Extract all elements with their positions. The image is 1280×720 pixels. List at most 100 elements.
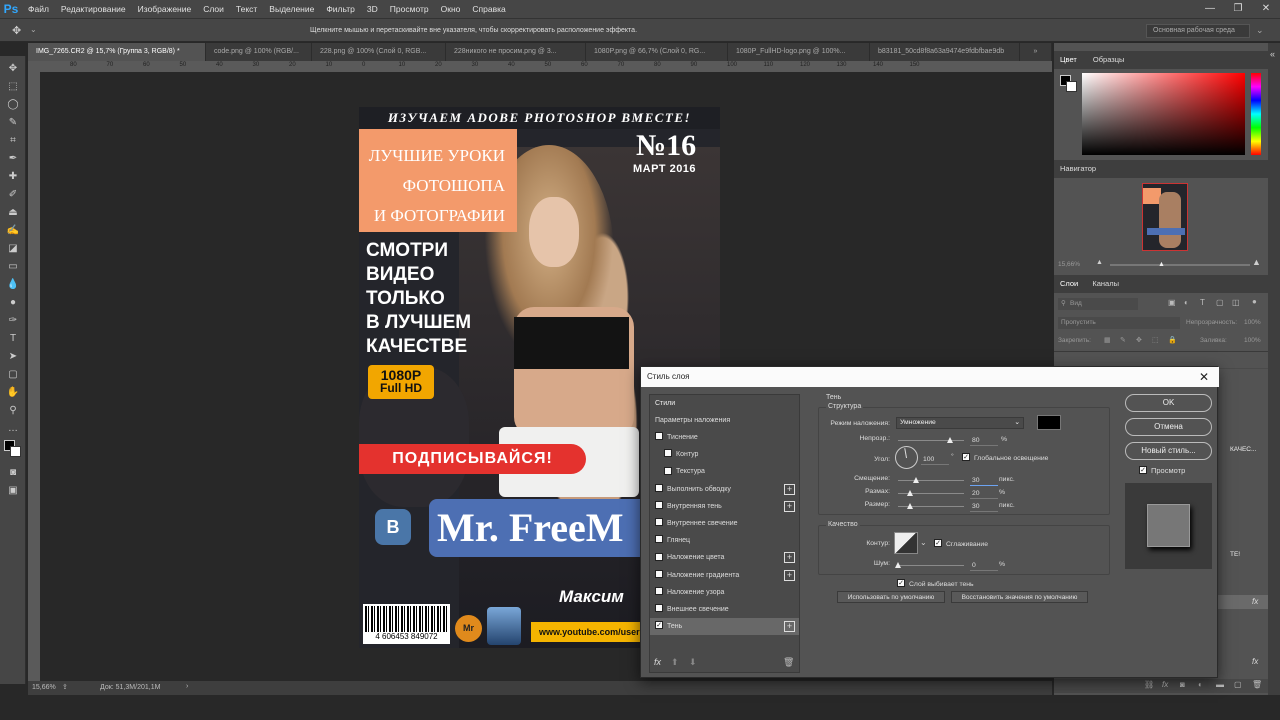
style-item-5[interactable]: Внутреннее свечение	[650, 515, 799, 532]
opacity-slider[interactable]	[898, 440, 964, 441]
bg-color-swatch[interactable]	[1066, 81, 1077, 92]
move-down-icon[interactable]: ⬇	[689, 657, 697, 668]
navigator-zoom[interactable]: 15,66%	[1058, 261, 1080, 268]
shape-tool-icon[interactable]: ▢	[4, 368, 22, 382]
style-item-6[interactable]: Глянец	[650, 532, 799, 549]
distance-input[interactable]: 30	[970, 475, 998, 486]
marquee-tool-icon[interactable]: ⬚	[4, 80, 22, 94]
menu-filter[interactable]: Фильтр	[320, 0, 361, 18]
menu-3d[interactable]: 3D	[361, 0, 384, 18]
link-layers-icon[interactable]: ⛓	[1144, 680, 1154, 689]
tab-swatches[interactable]: Образцы	[1093, 55, 1125, 64]
zoom-out-icon[interactable]: ▲	[1096, 259, 1103, 266]
filter-adjust-icon[interactable]: ◐	[1184, 298, 1189, 307]
style-checkbox[interactable]	[655, 535, 663, 544]
noise-slider[interactable]	[898, 565, 964, 566]
tab-228-nikogo[interactable]: 228никого не просим.png @ 3...	[446, 43, 586, 61]
style-item-4[interactable]: Внутренняя тень +	[650, 498, 799, 515]
style-item-7[interactable]: Наложение цвета +	[650, 549, 799, 566]
layer-fx-icon[interactable]: fx	[1252, 597, 1258, 606]
stamp-tool-icon[interactable]: ⏏	[4, 206, 22, 220]
zoom-in-icon[interactable]: ▲	[1252, 257, 1261, 267]
new-group-icon[interactable]: ▬	[1216, 680, 1224, 689]
eraser-tool-icon[interactable]: ◪	[4, 242, 22, 256]
filter-toggle-icon[interactable]: ●	[1252, 297, 1257, 306]
make-default-button[interactable]: Использовать по умолчанию	[837, 591, 945, 603]
hue-slider[interactable]	[1251, 73, 1261, 155]
add-instance-icon[interactable]: +	[784, 621, 795, 633]
tab-228[interactable]: 228.png @ 100% (Слой 0, RGB...	[312, 43, 446, 61]
add-mask-icon[interactable]: ◙	[1180, 680, 1185, 689]
menu-edit[interactable]: Редактирование	[55, 0, 132, 18]
size-input[interactable]: 30	[970, 501, 998, 512]
angle-dial[interactable]	[895, 446, 918, 469]
dodge-tool-icon[interactable]: ●	[4, 296, 22, 310]
reset-default-button[interactable]: Восстановить значения по умолчанию	[951, 591, 1088, 603]
add-style-icon[interactable]: fx	[1162, 680, 1168, 689]
fx-icon[interactable]: fx	[654, 657, 661, 667]
maximize-button[interactable]: ❐	[1224, 0, 1252, 18]
chevron-down-icon[interactable]: ⌄	[1256, 25, 1264, 36]
text-tool-icon[interactable]: T	[4, 332, 22, 346]
style-checkbox[interactable]	[664, 449, 672, 458]
style-item-9[interactable]: Наложение узора	[650, 584, 799, 601]
menu-view[interactable]: Просмотр	[384, 0, 435, 18]
menu-layers[interactable]: Слои	[197, 0, 230, 18]
preview-checkbox[interactable]: ✓ Просмотр	[1139, 466, 1185, 475]
history-brush-icon[interactable]: ✍	[4, 224, 22, 238]
crop-tool-icon[interactable]: ⌗	[4, 134, 22, 148]
style-checkbox[interactable]	[664, 466, 672, 475]
global-light-checkbox[interactable]: ✓ Глобальное освещение	[962, 453, 1048, 462]
background-color-swatch[interactable]	[10, 446, 21, 457]
menu-select[interactable]: Выделение	[263, 0, 320, 18]
filter-pixel-icon[interactable]: ▣	[1168, 298, 1176, 307]
opacity-value[interactable]: 100%	[1244, 319, 1261, 326]
contour-preview[interactable]	[894, 532, 918, 554]
chevron-right-icon[interactable]: ›	[186, 683, 188, 690]
ok-button[interactable]: OK	[1125, 394, 1212, 412]
style-item-3[interactable]: Выполнить обводку +	[650, 481, 799, 498]
style-checkbox[interactable]	[655, 483, 663, 492]
adjustment-layer-icon[interactable]: ◐	[1198, 680, 1203, 689]
collapse-panels-icon[interactable]: «	[1270, 49, 1275, 59]
angle-input[interactable]: 100	[921, 454, 949, 465]
workspace-select[interactable]: Основная рабочая среда	[1146, 24, 1250, 38]
menu-image[interactable]: Изображение	[132, 0, 198, 18]
filter-shape-icon[interactable]: ▢	[1216, 298, 1224, 307]
menu-text[interactable]: Текст	[230, 0, 263, 18]
close-icon[interactable]: ✕	[1197, 370, 1211, 384]
delete-layer-icon[interactable]: 🗑	[1252, 680, 1262, 689]
brush-tool-icon[interactable]: ✐	[4, 188, 22, 202]
chevron-down-icon[interactable]: ⌄	[920, 538, 927, 547]
style-checkbox[interactable]	[655, 500, 663, 509]
spread-slider-thumb[interactable]	[907, 490, 913, 496]
add-instance-icon[interactable]: +	[784, 552, 795, 564]
zoom-tool-icon[interactable]: ⚲	[4, 404, 22, 418]
navigator-zoom-slider[interactable]	[1110, 264, 1250, 266]
new-layer-icon[interactable]: ▢	[1234, 680, 1242, 689]
move-tool-icon[interactable]: ✥	[4, 62, 22, 76]
navigator-thumbnail[interactable]	[1142, 183, 1188, 251]
antialias-checkbox[interactable]: ✓ Сглаживание	[934, 539, 988, 548]
selected-layer-row[interactable]	[1218, 595, 1268, 609]
size-slider-thumb[interactable]	[907, 503, 913, 509]
style-checkbox[interactable]	[655, 569, 663, 578]
menu-window[interactable]: Окно	[435, 0, 467, 18]
add-instance-icon[interactable]: +	[784, 483, 795, 495]
style-item-2[interactable]: Текстура	[650, 463, 799, 480]
tab-code[interactable]: code.png @ 100% (RGB/...	[206, 43, 312, 61]
lock-all-icon[interactable]: 🔒	[1168, 336, 1177, 344]
minimize-button[interactable]: —	[1196, 0, 1224, 18]
spread-input[interactable]: 20	[970, 488, 998, 499]
healing-brush-icon[interactable]: ✚	[4, 170, 22, 184]
lock-artboard-icon[interactable]: ⬚	[1152, 336, 1159, 344]
style-checkbox[interactable]	[655, 604, 663, 613]
opacity-input[interactable]: 80	[970, 435, 998, 446]
filter-type-icon[interactable]: T	[1200, 298, 1205, 307]
menu-help[interactable]: Справка	[466, 0, 511, 18]
tab-1080p-fullhd-logo[interactable]: 1080P_FullHD-logo.png @ 100%...	[728, 43, 870, 61]
tab-img-7265[interactable]: IMG_7265.CR2 @ 15,7% (Группа 3, RGB/8) *	[28, 43, 206, 61]
tab-layers[interactable]: Слои	[1060, 279, 1078, 288]
layer-name-partial-2[interactable]: ТЕ!	[1230, 551, 1240, 558]
add-instance-icon[interactable]: +	[784, 500, 795, 512]
